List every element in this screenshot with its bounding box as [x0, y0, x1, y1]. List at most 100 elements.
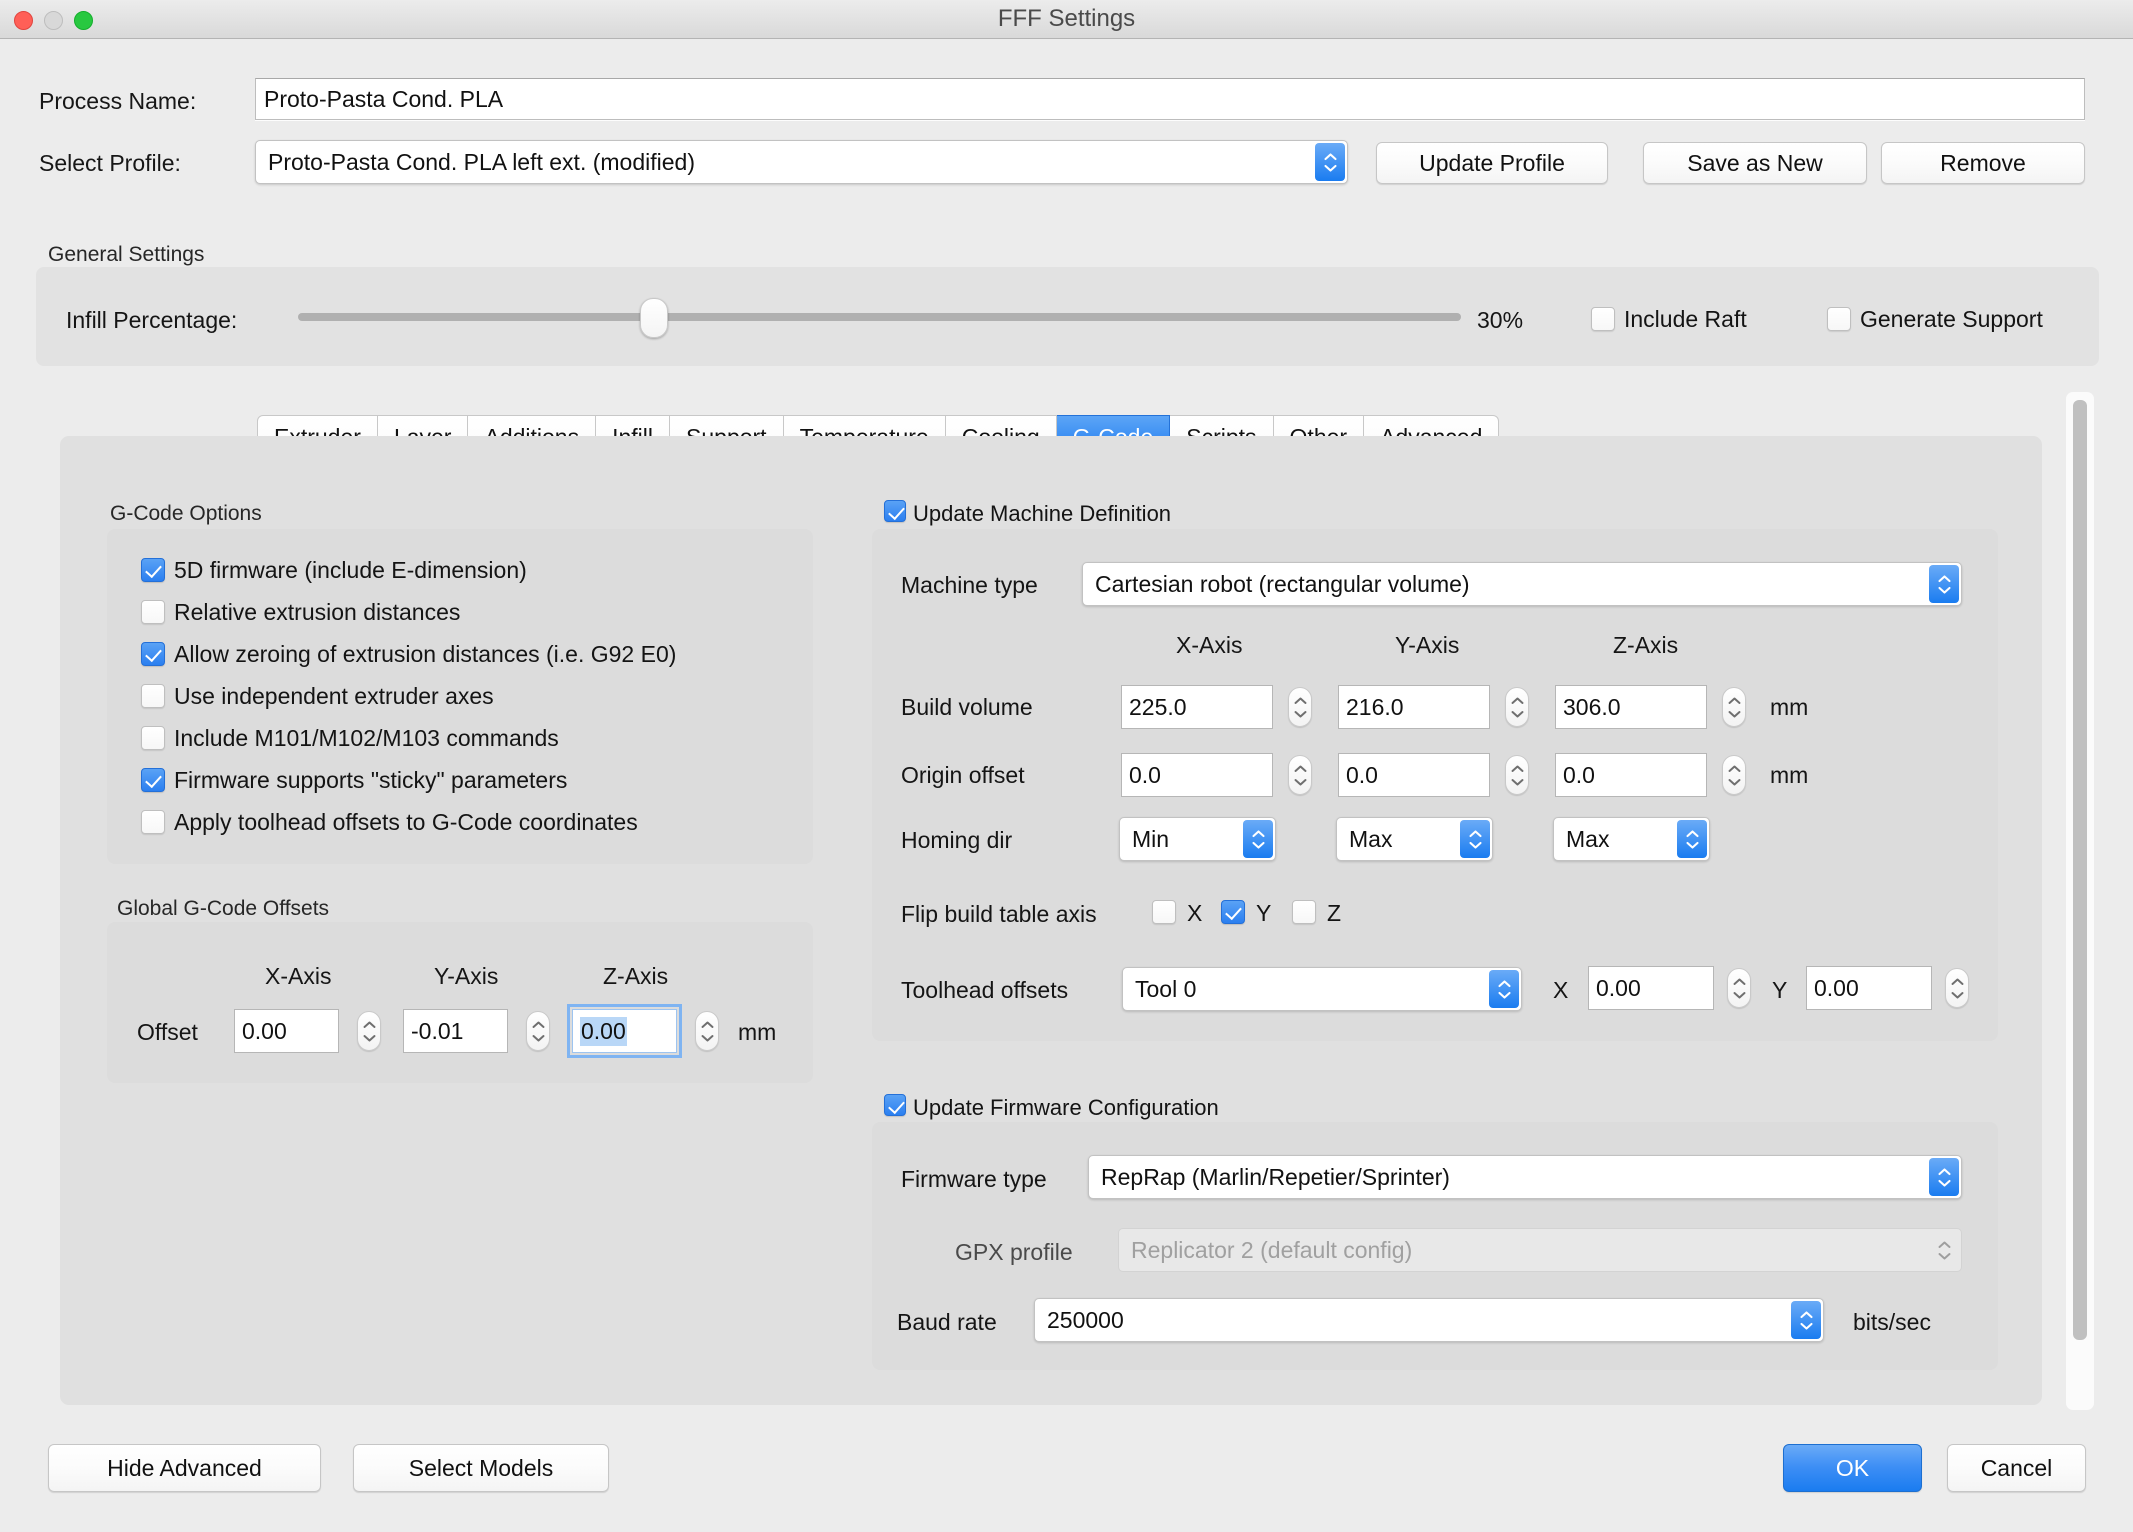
baud-rate-label: Baud rate — [897, 1309, 997, 1335]
process-name-label: Process Name: — [39, 88, 197, 114]
chevron-updown-icon — [1929, 1231, 1959, 1269]
checkbox-allow-zeroing-extrusion[interactable] — [141, 642, 165, 666]
chevron-updown-icon[interactable] — [1315, 143, 1345, 181]
global-offsets-group-label: Global G-Code Offsets — [117, 897, 330, 920]
toolhead-offset-x-input[interactable]: 0.00 — [1588, 966, 1714, 1010]
machine-type-dropdown[interactable]: Cartesian robot (rectangular volume) — [1082, 562, 1962, 606]
machine-y-axis-header: Y-Axis — [1395, 632, 1460, 658]
select-models-button[interactable]: Select Models — [353, 1444, 609, 1492]
origin-offset-z-stepper[interactable] — [1722, 755, 1746, 795]
label-relative-extrusion-distances: Relative extrusion distances — [174, 599, 461, 625]
origin-offset-x-input[interactable]: 0.0 — [1121, 753, 1273, 797]
chevron-updown-icon[interactable] — [1791, 1301, 1821, 1339]
firmware-type-value: RepRap (Marlin/Repetier/Sprinter) — [1101, 1163, 1450, 1190]
origin-offset-y-input[interactable]: 0.0 — [1338, 753, 1490, 797]
global-offset-x-input[interactable]: 0.00 — [234, 1009, 339, 1053]
panel-scrollbar-thumb[interactable] — [2073, 400, 2087, 1340]
toolhead-offset-x-stepper[interactable] — [1727, 968, 1751, 1008]
homing-dir-z-dropdown[interactable]: Max — [1553, 817, 1710, 861]
window-titlebar: FFF Settings — [0, 0, 2133, 39]
build-volume-y-input[interactable]: 216.0 — [1338, 685, 1490, 729]
chevron-updown-icon[interactable] — [1677, 820, 1707, 858]
checkbox-5d-firmware[interactable] — [141, 558, 165, 582]
save-as-new-button[interactable]: Save as New — [1643, 142, 1867, 184]
update-firmware-configuration-checkbox[interactable] — [884, 1094, 906, 1116]
general-settings-group-label: General Settings — [48, 243, 205, 266]
chevron-updown-icon[interactable] — [1489, 970, 1519, 1008]
gpx-profile-value: Replicator 2 (default config) — [1131, 1236, 1413, 1263]
global-offsets-z-axis-header: Z-Axis — [603, 963, 669, 989]
machine-type-value: Cartesian robot (rectangular volume) — [1095, 570, 1470, 597]
chevron-updown-icon[interactable] — [1243, 820, 1273, 858]
baud-rate-dropdown[interactable]: 250000 — [1034, 1298, 1824, 1342]
fff-settings-window: FFF Settings Process Name: Proto-Pasta C… — [0, 0, 2133, 1532]
homing-dir-x-value: Min — [1132, 825, 1170, 852]
origin-offset-unit: mm — [1770, 762, 1809, 788]
flip-axis-x-checkbox[interactable] — [1152, 900, 1176, 924]
homing-dir-y-dropdown[interactable]: Max — [1336, 817, 1493, 861]
build-volume-z-stepper[interactable] — [1722, 687, 1746, 727]
build-volume-unit: mm — [1770, 694, 1809, 720]
origin-offset-x-stepper[interactable] — [1288, 755, 1312, 795]
global-offset-x-stepper[interactable] — [357, 1011, 381, 1051]
toolhead-tool-value: Tool 0 — [1135, 975, 1197, 1002]
ok-button[interactable]: OK — [1783, 1444, 1922, 1492]
checkbox-relative-extrusion-distances[interactable] — [141, 600, 165, 624]
checkbox-apply-toolhead-offsets[interactable] — [141, 810, 165, 834]
toolhead-offsets-label: Toolhead offsets — [901, 977, 1069, 1003]
global-offset-y-input[interactable]: -0.01 — [403, 1009, 508, 1053]
machine-z-axis-header: Z-Axis — [1613, 632, 1679, 658]
homing-dir-x-dropdown[interactable]: Min — [1119, 817, 1276, 861]
flip-axis-y-checkbox[interactable] — [1221, 900, 1245, 924]
hide-advanced-button[interactable]: Hide Advanced — [48, 1444, 321, 1492]
chevron-updown-icon[interactable] — [1929, 565, 1959, 603]
infill-percentage-slider[interactable] — [298, 313, 1461, 321]
infill-percentage-value: 30% — [1477, 307, 1524, 333]
label-sticky-parameters: Firmware supports "sticky" parameters — [174, 767, 568, 793]
global-offset-y-stepper[interactable] — [526, 1011, 550, 1051]
global-offset-z-stepper[interactable] — [695, 1011, 719, 1051]
flip-build-table-axis-label: Flip build table axis — [901, 901, 1097, 927]
generate-support-label: Generate Support — [1860, 306, 2043, 332]
label-apply-toolhead-offsets: Apply toolhead offsets to G-Code coordin… — [174, 809, 638, 835]
update-profile-button[interactable]: Update Profile — [1376, 142, 1608, 184]
label-include-m101-m102-m103: Include M101/M102/M103 commands — [174, 725, 559, 751]
include-raft-checkbox[interactable] — [1591, 307, 1615, 331]
machine-type-label: Machine type — [901, 572, 1038, 598]
toolhead-offset-y-input[interactable]: 0.00 — [1806, 966, 1932, 1010]
homing-dir-z-value: Max — [1566, 825, 1610, 852]
select-profile-dropdown[interactable]: Proto-Pasta Cond. PLA left ext. (modifie… — [255, 140, 1348, 184]
generate-support-checkbox[interactable] — [1827, 307, 1851, 331]
origin-offset-z-input[interactable]: 0.0 — [1555, 753, 1707, 797]
cancel-button[interactable]: Cancel — [1947, 1444, 2086, 1492]
flip-axis-x-label: X — [1187, 900, 1203, 926]
chevron-updown-icon[interactable] — [1460, 820, 1490, 858]
update-machine-definition-label: Update Machine Definition — [913, 501, 1172, 526]
include-raft-label: Include Raft — [1624, 306, 1747, 332]
build-volume-x-stepper[interactable] — [1288, 687, 1312, 727]
origin-offset-label: Origin offset — [901, 762, 1025, 788]
toolhead-offset-y-label: Y — [1772, 977, 1788, 1003]
toolhead-tool-dropdown[interactable]: Tool 0 — [1122, 967, 1522, 1011]
origin-offset-y-stepper[interactable] — [1505, 755, 1529, 795]
flip-axis-z-checkbox[interactable] — [1292, 900, 1316, 924]
infill-percentage-label: Infill Percentage: — [66, 307, 238, 333]
label-independent-extruder-axes: Use independent extruder axes — [174, 683, 494, 709]
build-volume-y-stepper[interactable] — [1505, 687, 1529, 727]
remove-button[interactable]: Remove — [1881, 142, 2085, 184]
checkbox-independent-extruder-axes[interactable] — [141, 684, 165, 708]
checkbox-sticky-parameters[interactable] — [141, 768, 165, 792]
infill-slider-thumb[interactable] — [640, 298, 668, 338]
update-machine-definition-checkbox[interactable] — [884, 500, 906, 522]
build-volume-x-input[interactable]: 225.0 — [1121, 685, 1273, 729]
build-volume-z-input[interactable]: 306.0 — [1555, 685, 1707, 729]
checkbox-include-m101-m102-m103[interactable] — [141, 726, 165, 750]
toolhead-offset-y-stepper[interactable] — [1945, 968, 1969, 1008]
panel-scrollbar[interactable] — [2066, 392, 2094, 1410]
chevron-updown-icon[interactable] — [1929, 1158, 1959, 1196]
process-name-input[interactable]: Proto-Pasta Cond. PLA — [255, 78, 2085, 120]
firmware-type-dropdown[interactable]: RepRap (Marlin/Repetier/Sprinter) — [1088, 1155, 1962, 1199]
build-volume-label: Build volume — [901, 694, 1033, 720]
label-allow-zeroing-extrusion: Allow zeroing of extrusion distances (i.… — [174, 641, 677, 667]
global-offset-z-input[interactable]: 0.00 — [567, 1004, 682, 1058]
